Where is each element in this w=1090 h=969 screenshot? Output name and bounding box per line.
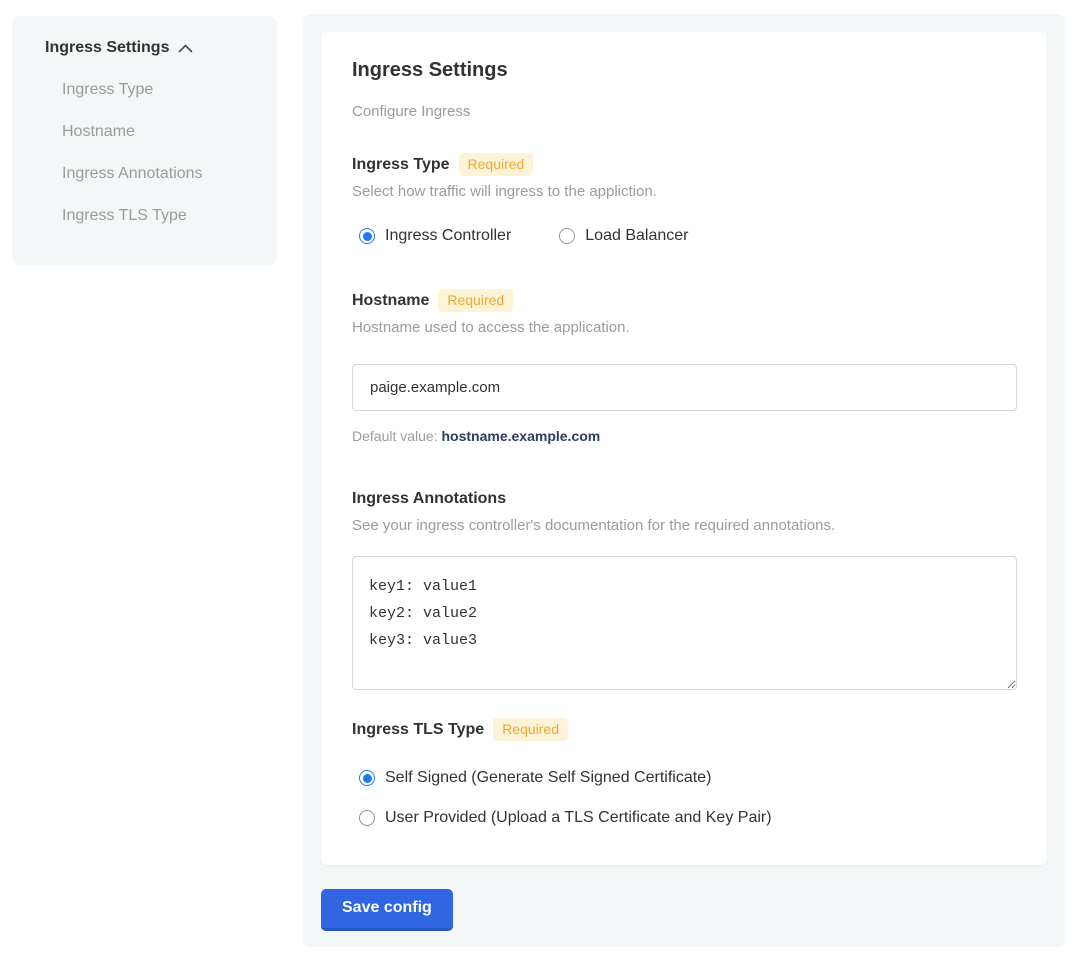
- radio-label: User Provided (Upload a TLS Certificate …: [385, 809, 772, 827]
- ingress-type-options: Ingress Controller Load Balancer: [352, 227, 1017, 245]
- radio-icon[interactable]: [359, 810, 375, 826]
- save-config-button[interactable]: Save config: [321, 889, 453, 931]
- ingress-annotations-textarea[interactable]: key1: value1 key2: value2 key3: value3: [352, 556, 1017, 690]
- config-card: Ingress Settings Configure Ingress Ingre…: [321, 32, 1047, 865]
- field-label-hostname: Hostname: [352, 290, 429, 312]
- nav-item-ingress-annotations[interactable]: Ingress Annotations: [62, 164, 255, 184]
- chevron-up-icon: [178, 44, 193, 53]
- field-ingress-type: Ingress Type Required Select how traffic…: [352, 153, 1017, 245]
- radio-icon[interactable]: [359, 770, 375, 786]
- field-help-ingress-annotations: See your ingress controller's documentat…: [352, 517, 1017, 534]
- ingress-tls-type-options: Self Signed (Generate Self Signed Certif…: [352, 769, 1017, 827]
- field-hostname: Hostname Required Hostname used to acces…: [352, 289, 1017, 444]
- field-help-hostname: Hostname used to access the application.: [352, 319, 1017, 336]
- field-label-ingress-tls-type: Ingress TLS Type: [352, 719, 484, 741]
- page-subtitle: Configure Ingress: [352, 103, 1017, 120]
- field-label-ingress-type: Ingress Type: [352, 154, 450, 176]
- nav-item-hostname[interactable]: Hostname: [62, 122, 255, 142]
- field-ingress-tls-type: Ingress TLS Type Required Self Signed (G…: [352, 718, 1017, 827]
- field-help-ingress-type: Select how traffic will ingress to the a…: [352, 183, 1017, 200]
- radio-option-ingress-controller[interactable]: Ingress Controller: [359, 227, 511, 245]
- config-region: Ingress Settings Configure Ingress Ingre…: [303, 14, 1065, 947]
- page-title: Ingress Settings: [352, 59, 1017, 82]
- default-prefix: Default value:: [352, 428, 442, 444]
- radio-icon[interactable]: [559, 228, 575, 244]
- field-label-ingress-annotations: Ingress Annotations: [352, 488, 506, 510]
- radio-label: Load Balancer: [585, 227, 688, 245]
- default-value: hostname.example.com: [442, 428, 601, 444]
- nav-item-ingress-type[interactable]: Ingress Type: [62, 80, 255, 100]
- nav-group-label: Ingress Settings: [45, 38, 169, 58]
- radio-option-self-signed[interactable]: Self Signed (Generate Self Signed Certif…: [359, 769, 1017, 787]
- field-ingress-annotations: Ingress Annotations See your ingress con…: [352, 488, 1017, 690]
- required-badge: Required: [493, 718, 568, 741]
- nav-group-ingress-settings[interactable]: Ingress Settings: [45, 38, 255, 58]
- config-nav-sidebar: Ingress Settings Ingress Type Hostname I…: [12, 16, 277, 265]
- radio-option-load-balancer[interactable]: Load Balancer: [559, 227, 688, 245]
- required-badge: Required: [459, 153, 534, 176]
- radio-label: Ingress Controller: [385, 227, 511, 245]
- hostname-input[interactable]: [352, 364, 1017, 411]
- radio-icon[interactable]: [359, 228, 375, 244]
- required-badge: Required: [438, 289, 513, 312]
- radio-option-user-provided[interactable]: User Provided (Upload a TLS Certificate …: [359, 809, 1017, 827]
- radio-label: Self Signed (Generate Self Signed Certif…: [385, 769, 711, 787]
- nav-items: Ingress Type Hostname Ingress Annotation…: [34, 80, 255, 226]
- nav-item-ingress-tls-type[interactable]: Ingress TLS Type: [62, 206, 255, 226]
- hostname-default-line: Default value: hostname.example.com: [352, 428, 1017, 444]
